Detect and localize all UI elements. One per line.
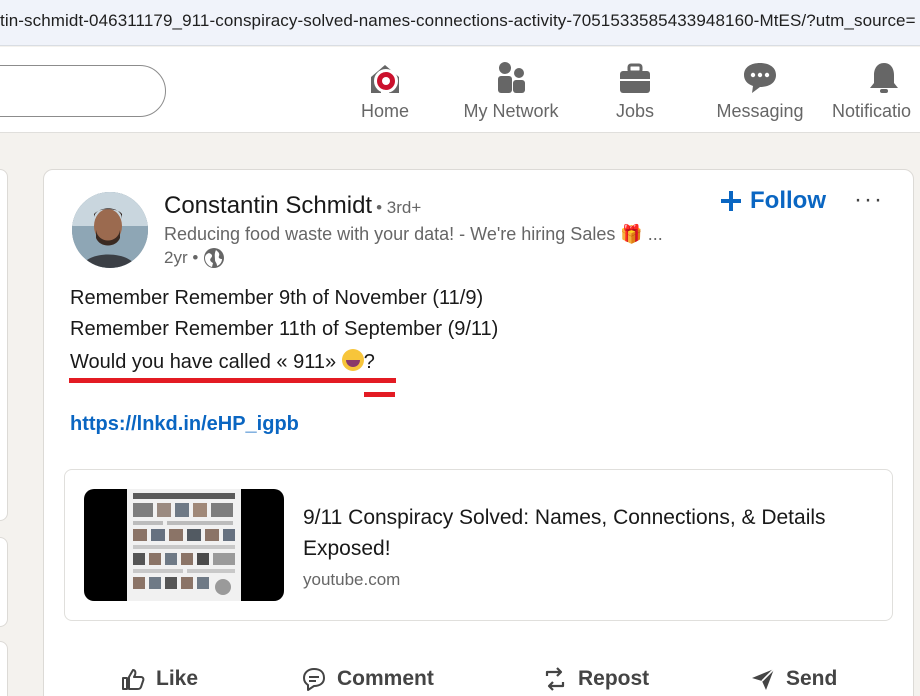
nav-label-home: Home (360, 101, 409, 121)
left-rail-card (0, 641, 8, 696)
follow-label: Follow (750, 187, 826, 214)
nav-label-messaging: Messaging (716, 101, 804, 121)
nav-label-jobs: Jobs (615, 101, 655, 121)
author-name-text[interactable]: Constantin Schmidt (164, 192, 372, 219)
globe-icon (204, 248, 225, 268)
top-nav: Home My Network Jobs Messaging Notificat… (0, 47, 920, 133)
comment-button[interactable]: Comment (301, 664, 434, 694)
red-underline-annotation (364, 392, 395, 397)
preview-title[interactable]: 9/11 Conspiracy Solved: Names, Connectio… (303, 502, 863, 564)
nav-label-notifications: Notificatio (832, 101, 912, 121)
messaging-icon (744, 63, 776, 93)
post-text-line: Would you have called « 911» ? (70, 349, 375, 374)
preview-source: youtube.com (303, 570, 401, 589)
post-timestamp: 2yr • (164, 247, 225, 269)
post-text-line: Remember Remember 9th of November (11/9) (70, 287, 484, 309)
like-button[interactable]: Like (120, 664, 198, 694)
nav-item-my-network[interactable]: My Network (455, 59, 567, 122)
laughing-emoji-icon (341, 349, 364, 371)
post-card: Constantin Schmidt • 3rd+ Reducing food w… (43, 169, 914, 696)
send-label: Send (786, 667, 838, 690)
notification-badge (374, 69, 398, 93)
nav-item-notifications[interactable]: Notificatio (832, 59, 920, 122)
nav-item-jobs[interactable]: Jobs (600, 59, 670, 122)
author-headline: Reducing food waste with your data! - We… (164, 224, 663, 244)
link-preview-card[interactable]: 9/11 Conspiracy Solved: Names, Connectio… (64, 469, 893, 621)
thumbnail-image (127, 489, 241, 601)
left-rail-card (0, 169, 8, 521)
author-name[interactable]: Constantin Schmidt • 3rd+ (164, 192, 421, 220)
repost-button[interactable]: Repost (542, 664, 649, 694)
comment-label: Comment (337, 667, 434, 690)
post-time-text: 2yr • (164, 248, 199, 267)
repost-icon (545, 667, 565, 691)
thumbnail-collage (133, 493, 235, 595)
thumbs-up-icon (122, 669, 145, 690)
comment-icon (303, 668, 325, 691)
briefcase-icon (620, 63, 650, 93)
bell-icon (870, 63, 898, 93)
post-link[interactable]: https://lnkd.in/eHP_igpb (70, 413, 299, 436)
browser-address-bar[interactable]: tin-schmidt-046311179_911-conspiracy-sol… (0, 0, 920, 46)
post-text-line3-end: ? (363, 351, 375, 373)
network-icon (498, 62, 525, 93)
search-input[interactable] (0, 65, 166, 117)
author-photo (72, 192, 148, 268)
nav-item-home[interactable]: Home (344, 59, 426, 122)
nav-label-my-network: My Network (463, 101, 559, 121)
red-underline-annotation (69, 378, 396, 383)
repost-label: Repost (578, 667, 650, 690)
url-text[interactable]: tin-schmidt-046311179_911-conspiracy-sol… (0, 11, 916, 31)
plus-icon (721, 191, 741, 211)
avatar[interactable] (72, 192, 148, 268)
more-options-button[interactable]: ··· (854, 186, 884, 214)
video-thumbnail[interactable] (84, 489, 284, 601)
post-text-line3: Would you have called « 911» (70, 351, 337, 373)
nav-item-messaging[interactable]: Messaging (710, 59, 810, 122)
follow-button[interactable]: Follow (720, 187, 826, 215)
left-rail-card (0, 537, 8, 627)
like-label: Like (156, 667, 199, 690)
connection-degree: • 3rd+ (376, 198, 422, 217)
post-text-line: Remember Remember 11th of September (9/1… (70, 318, 499, 340)
send-button[interactable]: Send (750, 664, 837, 694)
send-icon (752, 668, 775, 690)
